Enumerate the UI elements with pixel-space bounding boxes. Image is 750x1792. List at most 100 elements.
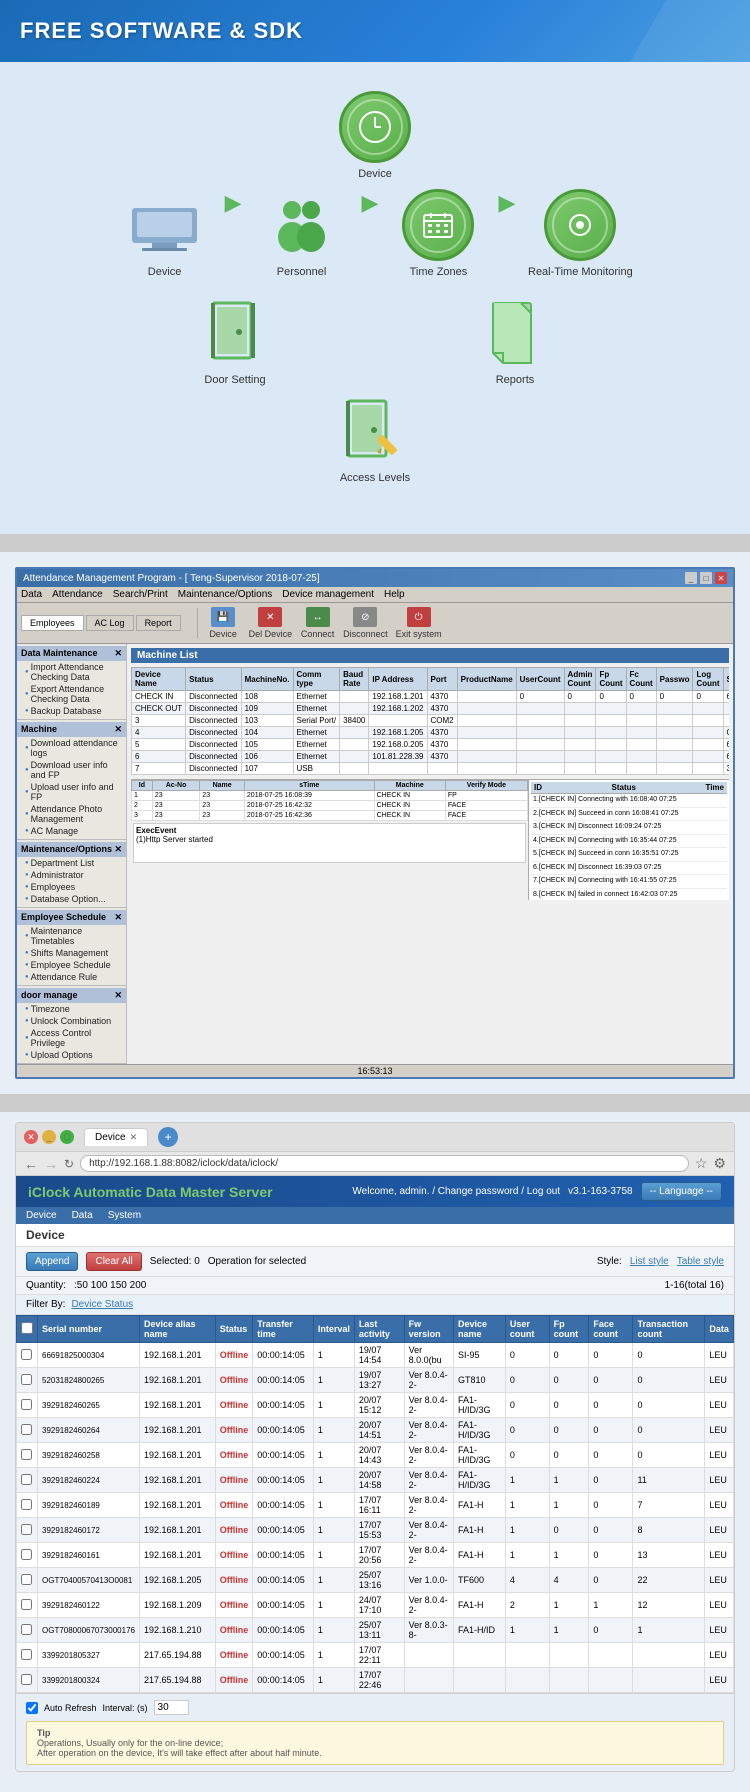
wtd-check[interactable] <box>17 1593 38 1618</box>
bookmark-icon[interactable]: ☆ <box>695 1155 708 1172</box>
close-btn[interactable]: ✕ <box>715 572 727 584</box>
web-device-row[interactable]: 3929182460264 192.168.1.201 Offline 00:0… <box>17 1418 734 1443</box>
back-btn[interactable]: ← <box>24 1156 38 1172</box>
sidebar-att-rule[interactable]: Attendance Rule <box>17 971 126 983</box>
refresh-btn[interactable]: ↻ <box>64 1157 74 1171</box>
web-device-row[interactable]: 3929182460122 192.168.1.209 Offline 00:0… <box>17 1593 734 1618</box>
list-style-link[interactable]: List style <box>630 1256 669 1267</box>
machine-table-row[interactable]: 5 Disconnected 105 Ethernet 192.168.0.20… <box>132 739 730 751</box>
menu-attendance[interactable]: Attendance <box>52 589 103 600</box>
menu-device[interactable]: Device management <box>282 589 374 600</box>
wtd-check[interactable] <box>17 1468 38 1493</box>
wth-fw[interactable]: Fw version <box>404 1316 453 1343</box>
sidebar-header-machine[interactable]: Machine✕ <box>17 722 126 737</box>
row-checkbox[interactable] <box>21 1424 32 1435</box>
row-checkbox[interactable] <box>21 1649 32 1660</box>
sidebar-unlock[interactable]: Unlock Combination <box>17 1015 126 1027</box>
wth-status[interactable]: Status <box>215 1316 253 1343</box>
sidebar-backup[interactable]: Backup Database <box>17 705 126 717</box>
wth-interval[interactable]: Interval <box>313 1316 354 1343</box>
machine-table-row[interactable]: 6 Disconnected 106 Ethernet 101.81.228.3… <box>132 751 730 763</box>
table-style-link[interactable]: Table style <box>677 1256 724 1267</box>
tab-report[interactable]: Report <box>136 615 181 631</box>
web-device-row[interactable]: 3929182460189 192.168.1.201 Offline 00:0… <box>17 1493 734 1518</box>
nav-device[interactable]: Device <box>26 1210 57 1221</box>
web-device-row[interactable]: 52031824800265 192.168.1.201 Offline 00:… <box>17 1368 734 1393</box>
machine-table-row[interactable]: CHECK OUT Disconnected 109 Ethernet 192.… <box>132 703 730 715</box>
new-tab-btn[interactable]: + <box>158 1127 178 1147</box>
machine-table-row[interactable]: 7 Disconnected 107 USB 3204 <box>132 763 730 775</box>
forward-btn[interactable]: → <box>44 1156 58 1172</box>
wth-serial[interactable]: Serial number <box>38 1316 140 1343</box>
wtd-check[interactable] <box>17 1518 38 1543</box>
wth-last[interactable]: Last activity <box>354 1316 404 1343</box>
web-device-row[interactable]: 3929182460224 192.168.1.201 Offline 00:0… <box>17 1468 734 1493</box>
web-device-row[interactable]: 66691825000304 192.168.1.201 Offline 00:… <box>17 1343 734 1368</box>
toolbar-device[interactable]: 💾 Device <box>206 607 241 639</box>
browser-tab-device[interactable]: Device ✕ <box>84 1128 148 1146</box>
wtd-check[interactable] <box>17 1343 38 1368</box>
web-device-row[interactable]: 3929182460161 192.168.1.201 Offline 00:0… <box>17 1543 734 1568</box>
log-table-row[interactable]: 2 23 23 2018-07-25 16:42:32 CHECK IN FAC… <box>132 801 528 811</box>
menu-maintenance[interactable]: Maintenance/Options <box>178 589 273 600</box>
sidebar-download-user[interactable]: Download user info and FP <box>17 759 126 781</box>
row-checkbox[interactable] <box>21 1474 32 1485</box>
menu-search[interactable]: Search/Print <box>113 589 168 600</box>
row-checkbox[interactable] <box>21 1674 32 1685</box>
row-checkbox[interactable] <box>21 1449 32 1460</box>
browser-url-bar[interactable]: http://192.168.1.88:8082/iclock/data/icl… <box>80 1155 689 1172</box>
sidebar-download-logs[interactable]: Download attendance logs <box>17 737 126 759</box>
sidebar-header-schedule[interactable]: Employee Schedule✕ <box>17 910 126 925</box>
wth-alias[interactable]: Device alias name <box>139 1316 215 1343</box>
wtd-check[interactable] <box>17 1618 38 1643</box>
browser-close[interactable]: ✕ <box>24 1130 38 1144</box>
log-table-row[interactable]: 3 23 23 2018-07-25 16:42:36 CHECK IN FAC… <box>132 811 528 821</box>
sidebar-access-priv[interactable]: Access Control Privilege <box>17 1027 126 1049</box>
wtd-check[interactable] <box>17 1368 38 1393</box>
web-device-row[interactable]: 3929182460265 192.168.1.201 Offline 00:0… <box>17 1393 734 1418</box>
machine-table-row[interactable]: 4 Disconnected 104 Ethernet 192.168.1.20… <box>132 727 730 739</box>
wtd-check[interactable] <box>17 1568 38 1593</box>
wtd-check[interactable] <box>17 1443 38 1468</box>
toolbar-disconnect[interactable]: ⊘ Disconnect <box>343 607 388 639</box>
tab-aclog[interactable]: AC Log <box>86 615 134 631</box>
wtd-check[interactable] <box>17 1393 38 1418</box>
web-device-row[interactable]: OGT70400570413O0081 192.168.1.205 Offlin… <box>17 1568 734 1593</box>
clear-all-btn[interactable]: Clear All <box>86 1252 141 1271</box>
sidebar-import[interactable]: Import Attendance Checking Data <box>17 661 126 683</box>
nav-system[interactable]: System <box>108 1210 141 1221</box>
wtd-check[interactable] <box>17 1543 38 1568</box>
browser-minimize[interactable]: _ <box>42 1130 56 1144</box>
sidebar-db-option[interactable]: Database Option... <box>17 893 126 905</box>
sidebar-upload-user[interactable]: Upload user info and FP <box>17 781 126 803</box>
sidebar-emp-schedule[interactable]: Employee Schedule <box>17 959 126 971</box>
sidebar-header-door[interactable]: door manage✕ <box>17 988 126 1003</box>
wth-data[interactable]: Data <box>705 1316 734 1343</box>
auto-refresh-checkbox[interactable] <box>26 1702 38 1714</box>
web-device-row[interactable]: OGT70800067073000176 192.168.1.210 Offli… <box>17 1618 734 1643</box>
sidebar-dept-list[interactable]: Department List <box>17 857 126 869</box>
wtd-check[interactable] <box>17 1643 38 1668</box>
browser-tab-close[interactable]: ✕ <box>130 1132 138 1143</box>
web-device-row[interactable]: 3929182460258 192.168.1.201 Offline 00:0… <box>17 1443 734 1468</box>
sidebar-timetables[interactable]: Maintenance Timetables <box>17 925 126 947</box>
sidebar-shifts[interactable]: Shifts Management <box>17 947 126 959</box>
wtd-check[interactable] <box>17 1418 38 1443</box>
toolbar-exit[interactable]: ⏻ Exit system <box>396 607 442 639</box>
wtd-check[interactable] <box>17 1493 38 1518</box>
settings-icon[interactable]: ⚙ <box>713 1155 726 1172</box>
wth-fp[interactable]: Fp count <box>549 1316 589 1343</box>
machine-table-row[interactable]: CHECK IN Disconnected 108 Ethernet 192.1… <box>132 691 730 703</box>
row-checkbox[interactable] <box>21 1374 32 1385</box>
row-checkbox[interactable] <box>21 1624 32 1635</box>
menu-help[interactable]: Help <box>384 589 405 600</box>
sidebar-header-data[interactable]: Data Maintenance✕ <box>17 646 126 661</box>
row-checkbox[interactable] <box>21 1349 32 1360</box>
minimize-btn[interactable]: _ <box>685 572 697 584</box>
sidebar-employees[interactable]: Employees <box>17 881 126 893</box>
append-btn[interactable]: Append <box>26 1252 78 1271</box>
sidebar-export[interactable]: Export Attendance Checking Data <box>17 683 126 705</box>
wth-face[interactable]: Face count <box>589 1316 633 1343</box>
tab-employees[interactable]: Employees <box>21 615 84 631</box>
toolbar-del-device[interactable]: ✕ Del Device <box>249 607 293 639</box>
